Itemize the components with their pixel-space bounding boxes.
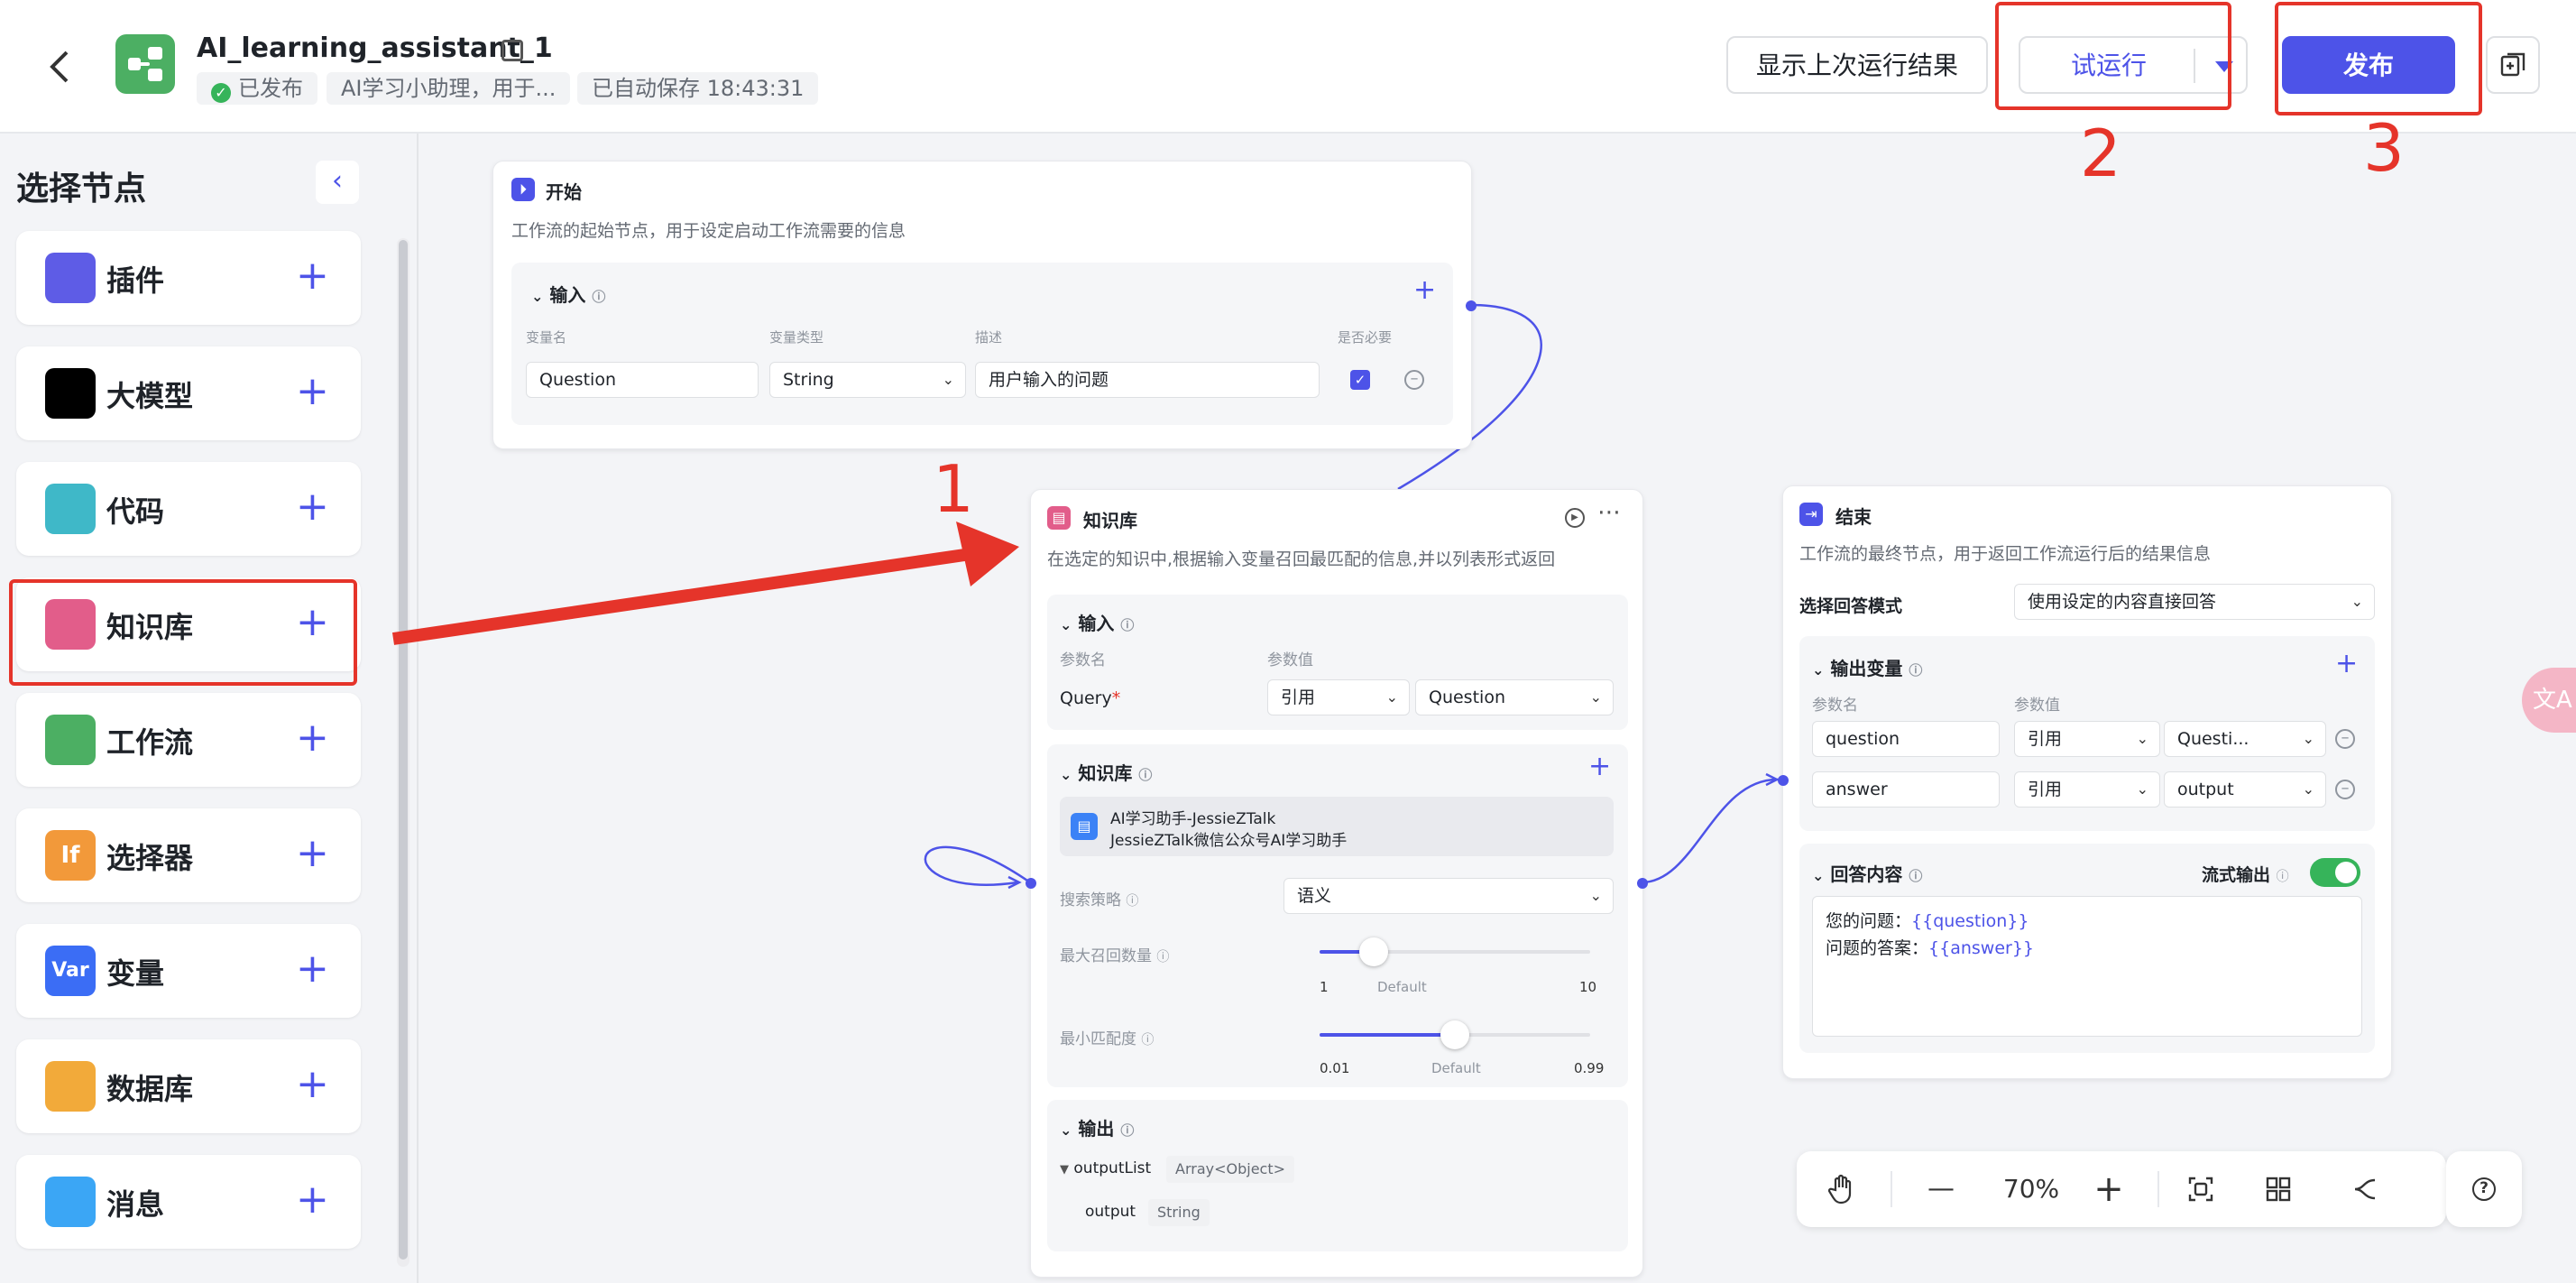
- chevron-down-icon: ⌄: [2302, 730, 2314, 747]
- answer-content-editor[interactable]: 您的问题：{{question}} 问题的答案：{{answer}}: [1812, 896, 2362, 1037]
- required-checkbox[interactable]: ✓: [1350, 370, 1370, 390]
- chevron-down-icon[interactable]: ⌄: [1060, 616, 1072, 633]
- start-node[interactable]: ⏵ 开始 工作流的起始节点，用于设定启动工作流需要的信息 ⌄ 输入 ⓘ + 变量…: [492, 161, 1477, 449]
- zoom-level[interactable]: 70%: [1986, 1168, 2076, 1211]
- auto-layout-icon[interactable]: [2257, 1168, 2300, 1211]
- chevron-down-icon[interactable]: ⌄: [1812, 867, 1824, 884]
- knowledge-node[interactable]: ▤ 知识库 ▶ ⋯ 在选定的知识中,根据输入变量召回最匹配的信息,并以列表形式返…: [1026, 489, 1648, 1278]
- chevron-down-icon[interactable]: ⌄: [531, 288, 543, 305]
- info-icon: ⓘ: [1126, 894, 1139, 909]
- remove-input-icon[interactable]: –: [1404, 370, 1424, 390]
- info-icon: ⓘ: [1120, 617, 1135, 633]
- hand-pan-icon[interactable]: [1820, 1168, 1863, 1211]
- chevron-down-icon: ⌄: [1385, 688, 1398, 706]
- help-icon[interactable]: ?: [2446, 1151, 2522, 1227]
- output-port[interactable]: [1637, 878, 1648, 889]
- query-value-select[interactable]: Question ⌄: [1415, 679, 1614, 715]
- output-ref-select[interactable]: 引用 ⌄: [2014, 771, 2160, 808]
- kb-input-section: ⌄ 输入 ⓘ 参数名 参数值 Query* 引用 ⌄ Question ⌄: [1047, 595, 1628, 730]
- end-answer-section: ⌄ 回答内容 ⓘ 流式输出 ⓘ 您的问题：{{question}} 问题的答案：…: [1799, 844, 2375, 1053]
- caret-down-icon[interactable]: ▼: [1060, 1163, 1069, 1177]
- remove-output-icon[interactable]: –: [2335, 780, 2355, 799]
- connector-style-icon[interactable]: [2343, 1168, 2387, 1211]
- min-score-slider-knob[interactable]: [1440, 1020, 1469, 1049]
- min-score-slider-fill: [1320, 1033, 1455, 1037]
- end-node[interactable]: ⇥ 结束 工作流的最终节点，用于返回工作流运行后的结果信息 选择回答模式 使用设…: [1778, 485, 2392, 1079]
- add-input-button[interactable]: +: [1413, 277, 1436, 304]
- info-icon: ⓘ: [1156, 950, 1170, 965]
- output-port[interactable]: [1466, 300, 1477, 311]
- info-icon: ⓘ: [1909, 868, 1923, 884]
- info-icon: ⓘ: [592, 289, 606, 305]
- chevron-down-icon: ⌄: [2136, 730, 2148, 747]
- output-var-name[interactable]: answer: [1812, 771, 2000, 808]
- query-ref-select[interactable]: 引用 ⌄: [1267, 679, 1410, 715]
- output-value-select[interactable]: output ⌄: [2164, 771, 2326, 808]
- knowledge-icon: ▤: [1047, 506, 1071, 530]
- add-knowledge-button[interactable]: +: [1588, 753, 1611, 780]
- info-icon: ⓘ: [1141, 1033, 1155, 1048]
- var-name-input[interactable]: Question: [526, 362, 759, 398]
- annotation-number-1: 1: [933, 451, 974, 527]
- remove-output-icon[interactable]: –: [2335, 729, 2355, 749]
- end-output-section: ⌄ 输出变量 ⓘ + 参数名 参数值 question 引用 ⌄ Questi... ⌄…: [1799, 636, 2375, 831]
- zoom-out-icon[interactable]: —: [1919, 1168, 1963, 1211]
- var-desc-input[interactable]: 用户输入的问题: [975, 362, 1320, 398]
- answer-mode-select[interactable]: 使用设定的内容直接回答 ⌄: [2014, 584, 2375, 620]
- output-ref-select[interactable]: 引用 ⌄: [2014, 721, 2160, 757]
- chevron-down-icon: ⌄: [1589, 688, 1602, 706]
- chevron-down-icon: ⌄: [2136, 780, 2148, 798]
- canvas-toolbar: — 70% +: [1797, 1151, 2446, 1227]
- chevron-down-icon[interactable]: ⌄: [1812, 661, 1824, 678]
- chevron-down-icon[interactable]: ⌄: [1060, 1121, 1072, 1139]
- add-output-button[interactable]: +: [2335, 651, 2358, 678]
- document-icon: ▤: [1071, 813, 1098, 840]
- zoom-in-icon[interactable]: +: [2087, 1168, 2130, 1211]
- output-value-select[interactable]: Questi... ⌄: [2164, 721, 2326, 757]
- kb-knowledge-section: ⌄ 知识库 ⓘ + ▤ AI学习助手-JessieZTalk JessieZTa…: [1047, 744, 1628, 1087]
- info-icon: ⓘ: [1120, 1122, 1135, 1139]
- start-input-section: ⌄ 输入 ⓘ + 变量名 变量类型 描述 是否必要 Question Strin…: [511, 263, 1453, 425]
- kb-item[interactable]: ▤ AI学习助手-JessieZTalk JessieZTalk微信公众号AI学…: [1060, 797, 1614, 856]
- output-var-name[interactable]: question: [1812, 721, 2000, 757]
- kb-output-section: ⌄ 输出 ⓘ ▼ outputList Array<Object> output…: [1047, 1100, 1628, 1251]
- input-port[interactable]: [1026, 878, 1036, 889]
- chevron-down-icon: ⌄: [942, 371, 954, 388]
- info-icon: ⓘ: [1909, 662, 1923, 678]
- run-node-icon[interactable]: ▶: [1565, 508, 1585, 528]
- stream-output-toggle[interactable]: [2310, 858, 2360, 887]
- fit-view-icon[interactable]: [2179, 1168, 2222, 1211]
- max-count-slider-knob[interactable]: [1359, 937, 1388, 966]
- input-port[interactable]: [1778, 775, 1789, 786]
- start-icon: ⏵: [511, 178, 535, 201]
- info-icon: ⓘ: [1138, 767, 1153, 783]
- chevron-down-icon: ⌄: [2302, 780, 2314, 798]
- chevron-down-icon[interactable]: ⌄: [1060, 766, 1072, 783]
- more-options-icon[interactable]: ⋯: [1597, 499, 1621, 526]
- info-icon: ⓘ: [2276, 870, 2289, 884]
- search-strategy-select[interactable]: 语义 ⌄: [1283, 878, 1614, 914]
- var-type-select[interactable]: String ⌄: [769, 362, 966, 398]
- chevron-down-icon: ⌄: [2351, 593, 2363, 610]
- chevron-down-icon: ⌄: [1589, 887, 1602, 904]
- end-icon: ⇥: [1799, 503, 1823, 526]
